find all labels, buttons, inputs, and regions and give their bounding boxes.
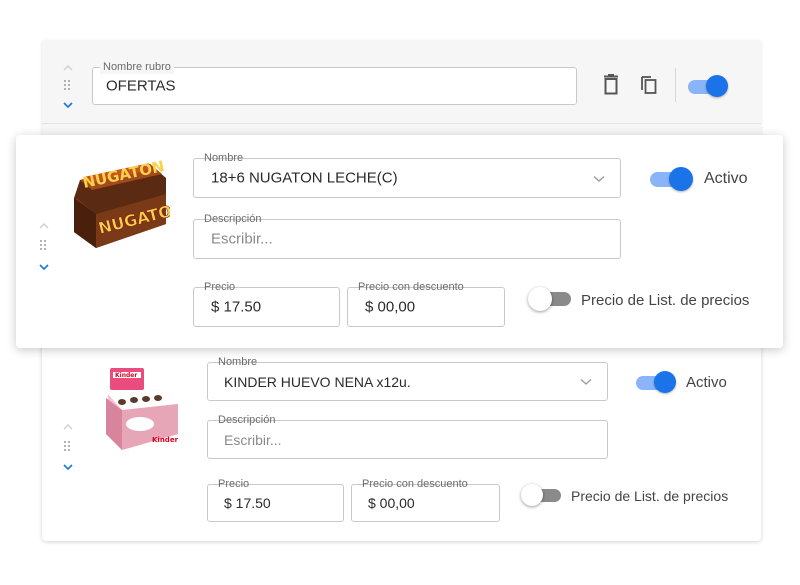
- product-discount-field[interactable]: Precio con descuento $ 00,00: [351, 478, 500, 522]
- chevron-down-icon[interactable]: [38, 263, 50, 271]
- drag-handle-icon[interactable]: [64, 441, 72, 453]
- chevron-down-icon[interactable]: [62, 101, 74, 109]
- product-discount-value: $ 00,00: [365, 298, 416, 316]
- delete-icon[interactable]: [601, 74, 621, 96]
- product-description-field[interactable]: Descripción Escribir...: [193, 213, 621, 259]
- product-active-toggle[interactable]: [650, 166, 696, 192]
- product-price-label: Precio: [204, 281, 236, 293]
- chevron-up-icon[interactable]: [62, 423, 74, 431]
- product-price-field[interactable]: Precio $ 17.50: [207, 478, 344, 522]
- svg-text:Kinder: Kinder: [152, 436, 179, 444]
- category-name-label: Nombre rubro: [100, 60, 174, 74]
- product-name-select[interactable]: Nombre KINDER HUEVO NENA x12u.: [207, 356, 608, 401]
- product-discount-field[interactable]: Precio con descuento $ 00,00: [347, 281, 505, 327]
- chevron-down-icon[interactable]: [62, 463, 74, 471]
- product-active-label: Activo: [686, 374, 727, 391]
- product-price-value: $ 17.50: [224, 495, 271, 511]
- product-name-label: Nombre: [218, 356, 258, 368]
- product-description-label: Descripción: [204, 213, 262, 225]
- product-active-label: Activo: [704, 170, 748, 187]
- product-discount-label: Precio con descuento: [358, 281, 464, 293]
- list-price-toggle[interactable]: [520, 483, 564, 507]
- list-price-label: Precio de List. de precios: [571, 488, 729, 504]
- product-active-toggle[interactable]: [636, 370, 680, 394]
- product-description-placeholder: Escribir...: [224, 431, 282, 448]
- svg-text:Kinder: Kinder: [115, 372, 137, 379]
- product-name-value: KINDER HUEVO NENA x12u.: [224, 373, 411, 390]
- drag-handle-icon[interactable]: [40, 240, 48, 252]
- product-name-value: 18+6 NUGATON LECHE(C): [211, 169, 398, 187]
- list-price-toggle[interactable]: [527, 286, 573, 312]
- product-discount-label: Precio con descuento: [362, 478, 468, 490]
- chevron-down-icon: [593, 176, 605, 182]
- product-discount-value: $ 00,00: [368, 495, 415, 511]
- product-description-placeholder: Escribir...: [211, 230, 273, 248]
- product-name-label: Nombre: [204, 152, 244, 164]
- product-price-label: Precio: [218, 478, 250, 490]
- product-description-label: Descripción: [218, 414, 276, 426]
- product-name-select[interactable]: Nombre 18+6 NUGATON LECHE(C): [193, 152, 621, 198]
- category-divider: [42, 123, 761, 124]
- drag-handle-icon[interactable]: [64, 80, 72, 92]
- category-toggle[interactable]: [688, 74, 732, 98]
- product-price-field[interactable]: Precio $ 17.50: [193, 281, 340, 327]
- product-image: Kinder Kinder: [106, 368, 179, 450]
- category-name-field[interactable]: Nombre rubro OFERTAS: [92, 60, 577, 105]
- product-price-value: $ 17.50: [211, 298, 262, 316]
- category-name-value: OFERTAS: [106, 77, 176, 95]
- chevron-up-icon[interactable]: [38, 222, 50, 230]
- toolbar-divider: [675, 68, 676, 102]
- copy-icon[interactable]: [639, 74, 659, 96]
- chevron-up-icon[interactable]: [62, 64, 74, 72]
- list-price-label: Precio de List. de precios: [581, 292, 750, 309]
- product-description-field[interactable]: Descripción Escribir...: [207, 414, 608, 459]
- chevron-down-icon: [580, 379, 592, 385]
- product-image: NUGATON NUGATON: [74, 158, 170, 248]
